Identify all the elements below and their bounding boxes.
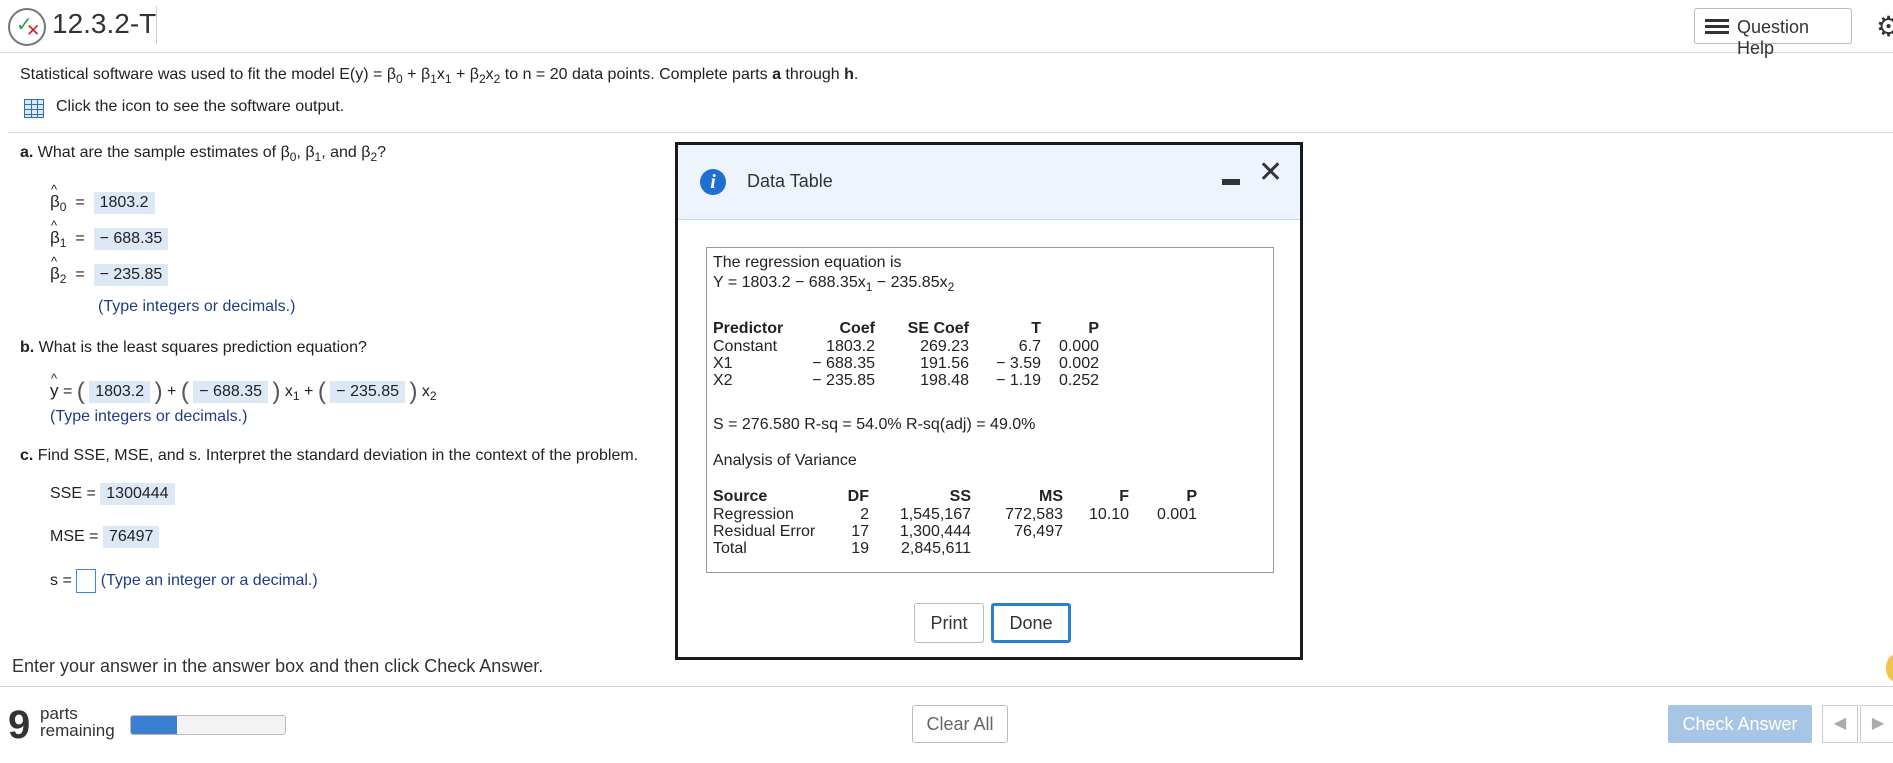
coef-header: P <box>1088 320 1099 337</box>
part-b-hint: (Type integers or decimals.) <box>50 408 248 425</box>
anova-title: Analysis of Variance <box>713 452 857 469</box>
part-a-question: a. What are the sample estimates of β0, … <box>20 144 387 164</box>
list-icon <box>1705 19 1729 35</box>
anova-cell: 0.001 <box>1156 506 1197 523</box>
coef-cell: 0.002 <box>1058 355 1099 372</box>
anova-cell: 10.10 <box>1088 506 1129 523</box>
part-a-hint: (Type integers or decimals.) <box>98 298 296 315</box>
coef-cell: 0.000 <box>1058 338 1099 355</box>
coef-cell: 269.23 <box>920 338 969 355</box>
coef-cell: X2 <box>713 372 733 389</box>
footer-bar: 9 parts remaining Clear All Check Answer … <box>0 686 1893 763</box>
anova-cell: 2,845,611 <box>901 540 971 557</box>
print-button[interactable]: Print <box>914 603 984 643</box>
coef-header: T <box>1031 320 1041 337</box>
instruction-message: Enter your answer in the answer box and … <box>12 656 544 676</box>
data-table-icon[interactable] <box>24 99 44 118</box>
dialog-title: Data Table <box>747 171 833 191</box>
data-table-dialog: i Data Table ✕ The regression equation i… <box>675 142 1303 660</box>
parts-remaining-count: 9 <box>8 703 31 747</box>
coef-cell: 198.48 <box>920 372 969 389</box>
coef-cell: 6.7 <box>1018 338 1041 355</box>
software-output-box: The regression equation is Y = 1803.2 − … <box>706 247 1274 573</box>
anova-header: DF <box>847 488 869 505</box>
coef-cell: 0.252 <box>1058 372 1099 389</box>
coef-cell: − 3.59 <box>996 355 1041 372</box>
close-icon[interactable]: ✕ <box>1258 155 1283 190</box>
mse-row: MSE = 76497 <box>50 526 160 548</box>
coef-cell: 1803.2 <box>826 338 875 355</box>
coef0-answer[interactable]: 1803.2 <box>89 381 151 403</box>
coef-cell: 191.56 <box>920 355 969 372</box>
fit-statistics: S = 276.580 R-sq = 54.0% R-sq(adj) = 49.… <box>713 416 1036 433</box>
anova-cell: Total <box>713 540 747 557</box>
regression-equation: Y = 1803.2 − 688.35x1 − 235.85x2 <box>713 274 955 294</box>
sse-answer[interactable]: 1300444 <box>100 483 175 505</box>
anova-cell: 1,300,444 <box>899 523 971 540</box>
part-c-question: c. Find SSE, MSE, and s. Interpret the s… <box>20 447 639 464</box>
anova-cell: 76,497 <box>1014 523 1063 540</box>
beta0-answer[interactable]: 1803.2 <box>93 192 155 214</box>
anova-header: MS <box>1039 488 1063 505</box>
beta1-answer[interactable]: − 688.35 <box>93 228 169 250</box>
info-icon: i <box>700 169 726 195</box>
part-c-hint: (Type an integer or a decimal.) <box>100 572 318 590</box>
progress-bar <box>130 715 286 735</box>
coef-cell: X1 <box>713 355 733 372</box>
coef-header: Coef <box>839 320 875 337</box>
anova-cell: 19 <box>851 540 869 557</box>
sse-row: SSE = 1300444 <box>50 483 175 505</box>
beta1-row: β1 = − 688.35 <box>50 218 169 250</box>
beta2-row: β2 = − 235.85 <box>50 254 169 286</box>
anova-cell: Residual Error <box>713 523 816 540</box>
s-input[interactable] <box>76 569 97 593</box>
gear-icon[interactable]: ⚙ <box>1876 10 1893 43</box>
anova-cell: 1,545,167 <box>899 506 971 523</box>
clear-all-button[interactable]: Clear All <box>912 705 1008 743</box>
header-bar: ✓ ✕ 12.3.2-T Question Help ⚙ <box>0 0 1893 58</box>
coef-cell: − 688.35 <box>812 355 875 372</box>
anova-header: F <box>1119 488 1129 505</box>
section-divider <box>8 132 1893 133</box>
part-b-question: b. What is the least squares prediction … <box>20 339 367 356</box>
beta0-row: β0 = 1803.2 <box>50 182 155 214</box>
coef-header: SE Coef <box>907 320 969 337</box>
problem-statement: Statistical software was used to fit the… <box>20 66 859 86</box>
next-arrow-icon[interactable]: ▶ <box>1860 705 1893 743</box>
s-row: s = (Type an integer or a decimal.) <box>50 569 318 593</box>
help-coin-icon[interactable] <box>1886 654 1893 682</box>
previous-arrow-icon[interactable]: ◀ <box>1822 705 1858 743</box>
anova-cell: Regression <box>713 506 794 523</box>
beta2-answer[interactable]: − 235.85 <box>93 264 169 286</box>
coef-cell: Constant <box>713 338 778 355</box>
coef2-answer[interactable]: − 235.85 <box>330 381 406 403</box>
anova-header: SS <box>949 488 971 505</box>
anova-header: Source <box>713 488 768 505</box>
anova-cell: 17 <box>851 523 869 540</box>
coef-header: Predictor <box>713 320 784 337</box>
check-answer-button[interactable]: Check Answer <box>1668 705 1812 743</box>
dialog-header: i Data Table ✕ <box>678 145 1300 220</box>
title-divider <box>156 6 157 44</box>
anova-header: P <box>1186 488 1197 505</box>
coef-cell: − 1.19 <box>996 372 1041 389</box>
score-status-icon: ✓ ✕ <box>8 8 46 46</box>
parts-remaining-label: parts remaining <box>40 704 115 740</box>
minimize-icon[interactable] <box>1222 179 1240 185</box>
anova-cell: 772,583 <box>1005 506 1063 523</box>
page-title: 12.3.2-T <box>52 8 157 39</box>
regression-eq-label: The regression equation is <box>713 254 902 271</box>
done-button[interactable]: Done <box>991 603 1071 643</box>
mse-answer[interactable]: 76497 <box>102 526 160 548</box>
coef-cell: − 235.85 <box>812 372 875 389</box>
prediction-equation: y = ( 1803.2 ) + ( − 688.35 ) x1 + ( − 2… <box>50 371 437 406</box>
anova-cell: 2 <box>860 506 869 523</box>
coef1-answer[interactable]: − 688.35 <box>193 381 268 403</box>
question-help-button[interactable]: Question Help <box>1694 8 1852 58</box>
